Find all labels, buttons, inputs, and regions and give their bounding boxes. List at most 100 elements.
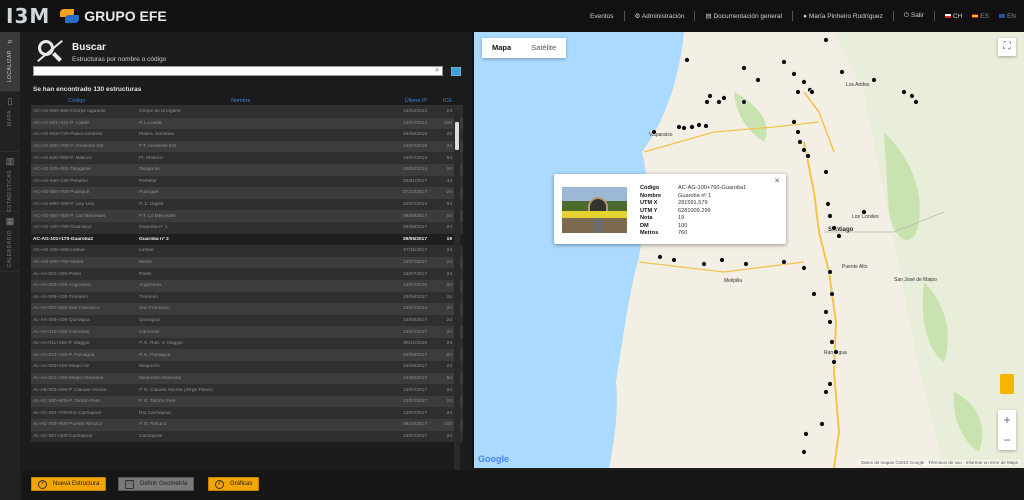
row-last-ip: 09/10/2017 bbox=[402, 422, 427, 428]
table-row[interactable]: AL-AC-000+600-P. Tambo Pelo P. E. Tambo P… bbox=[31, 395, 463, 408]
table-row[interactable]: AC-AO-000+760-Melon Melon 10/07/2017 24 bbox=[31, 256, 463, 269]
table-row[interactable]: AL-AA-001+420-Panlo Panlo 13/07/2017 24 bbox=[31, 268, 463, 280]
row-name: P.T. Amatiche Est bbox=[139, 144, 176, 150]
table-row[interactable]: AL-AC-001+700-Río Cachapoal Río Cachapoal… bbox=[31, 407, 463, 420]
column-header-last-ip[interactable]: Última IP bbox=[322, 98, 432, 104]
row-code: AL-AA-010+200-Camonas bbox=[33, 329, 90, 335]
table-row[interactable]: AC-AG-101+170-Guaroba2 Guaroba nº 2 29/05/… bbox=[31, 233, 463, 246]
structure-marker bbox=[676, 124, 682, 130]
table-row[interactable]: AL-AB-003+900-P. Claudio Vicuña P. E. Cla… bbox=[31, 384, 463, 396]
table-row[interactable]: AL-AC-005+900-Puente Rinca 2 P. E. Rinca … bbox=[31, 419, 463, 431]
table-row[interactable]: AL-AA-008+100-Quinagua Quinagua 10/08/2017… bbox=[31, 314, 463, 327]
table-row[interactable]: AC-AG-080+400-P. Las Mercedes P.T. Lo Mer… bbox=[31, 210, 463, 222]
row-name: Quinagua bbox=[139, 317, 160, 323]
table-row[interactable]: AL-AC-007+400-Cachapoal Cachapoal 13/07/20… bbox=[31, 430, 463, 443]
charts-button[interactable]: ✓ Gráficas bbox=[208, 477, 260, 491]
row-last-ip: 13/08/2017 bbox=[402, 375, 427, 381]
map-view[interactable]: Los Andes Santiago Puente Alto Melipilla… bbox=[472, 32, 1024, 468]
nav-user[interactable]: ● María Pinheiro Rodríguez bbox=[803, 13, 883, 20]
i3m-logo[interactable]: I3M bbox=[6, 4, 50, 28]
sidebar-item-mapa[interactable]: ▯ MAPA bbox=[0, 92, 20, 152]
row-code: AC-AG-020+080-P. Malloco bbox=[33, 155, 92, 161]
popup-field-key: UTM X bbox=[640, 200, 658, 206]
row-last-ip: 08/09/2017 bbox=[402, 213, 427, 219]
search-icon[interactable]: ⌕ bbox=[435, 67, 439, 75]
row-last-ip: 25/01/2017 bbox=[402, 178, 427, 184]
table-row[interactable]: AL-AA-011+200-P. Maggio P. E. Rub. V. Mag… bbox=[31, 337, 463, 350]
gear-icon: ⚙ bbox=[634, 13, 641, 20]
map-attribution[interactable]: Datos de mapas ©2019 Google · Términos d… bbox=[859, 460, 1020, 465]
lang-en[interactable]: EN bbox=[998, 13, 1016, 20]
row-ice: 24 bbox=[446, 294, 452, 300]
top-bar: I3M GRUPO EFE Eventos ⚙ Administración ▤… bbox=[0, 0, 1024, 32]
popup-field: Nombre Guaroba nº 1 bbox=[640, 193, 746, 201]
table-row[interactable]: AL-AA-004+100-Angostura Angostura 13/07/20… bbox=[31, 279, 463, 292]
structure-marker bbox=[825, 201, 831, 207]
structure-marker bbox=[901, 89, 907, 95]
sidebar-item-localizar[interactable]: ⌕ LOCALIZAR bbox=[0, 32, 20, 92]
row-code: AL-AA-013+200-P. Paniagua bbox=[33, 352, 95, 358]
lang-es[interactable]: ES bbox=[972, 13, 989, 20]
popup-field-value: 760 bbox=[678, 230, 688, 236]
scroll-thumb[interactable] bbox=[455, 122, 459, 150]
new-structure-button[interactable]: + Nueva Estructura bbox=[31, 477, 107, 491]
column-header-ice[interactable]: ICE bbox=[432, 98, 452, 104]
zoom-in-button[interactable]: + bbox=[998, 410, 1016, 430]
sidebar-item-estadisticas[interactable]: ▥ ESTADÍSTICAS bbox=[0, 152, 20, 212]
table-row[interactable]: AC-AG-100+760-Guaroba1 Guaroba nº 1 09/08/… bbox=[31, 221, 463, 234]
map-type-control: Mapa Satélite bbox=[482, 38, 567, 58]
nav-admin[interactable]: ⚙ Administración bbox=[635, 12, 685, 20]
sidebar-item-calendario[interactable]: ▦ CALENDARIO bbox=[0, 212, 20, 272]
search-input[interactable] bbox=[34, 75, 442, 83]
row-ice: 24 bbox=[446, 387, 452, 393]
map-type-map-button[interactable]: Mapa bbox=[482, 38, 521, 58]
table-row[interactable]: AC-AG-020+080-P. Malloco Pt. Malloco 15/07… bbox=[31, 152, 463, 164]
table-row[interactable]: AC-AG-060+300-P. Llay Llay P. 2. Llaylla 1… bbox=[31, 198, 463, 211]
row-last-ip: 10/08/2017 bbox=[402, 364, 427, 370]
table-row[interactable]: AC-AG-040+120-Peñaflor Peñaflor 25/01/2017… bbox=[31, 175, 463, 188]
table-row[interactable]: AC-AG-025+000-Talagante Talagante 10/02/20… bbox=[31, 163, 463, 176]
nav-logout[interactable]: ⏻ Salir bbox=[904, 12, 924, 20]
row-code: AC-AG-105+100-Lontue bbox=[33, 248, 85, 254]
search-field: ⌕ bbox=[33, 66, 443, 83]
row-name: P.T. Lo Mercedes bbox=[139, 213, 176, 219]
lang-ch[interactable]: CH bbox=[944, 13, 962, 20]
map-type-satellite-button[interactable]: Satélite bbox=[521, 38, 566, 58]
street-view-pegman-icon[interactable] bbox=[1000, 374, 1014, 394]
column-header-code[interactable]: Código bbox=[31, 98, 119, 104]
structure-marker bbox=[805, 153, 811, 159]
table-row[interactable]: AL-AA-010+200-Camonas Camonas 13/07/2017 24 bbox=[31, 326, 463, 338]
row-code: AL-AA-020+100-Maipo Hz bbox=[33, 364, 90, 370]
table-scrollbar[interactable] bbox=[454, 110, 460, 494]
structure-marker bbox=[831, 359, 837, 365]
google-logo[interactable]: Google bbox=[478, 454, 509, 464]
define-geometry-button[interactable]: ⤧ Definir Geometría bbox=[118, 477, 195, 491]
row-ice: 24 bbox=[446, 352, 452, 358]
table-row[interactable]: AL-AA-007+600-San Francisco San Francisco… bbox=[31, 303, 463, 315]
table-row[interactable]: AL-AA-013+200-P. Paniagua P. K. Paniagua 1… bbox=[31, 349, 463, 362]
table-row[interactable]: AC-AG-050+700-Puangue Puangue 07/12/2017 24 bbox=[31, 187, 463, 199]
row-last-ip: 07/12/2017 bbox=[402, 190, 427, 196]
row-ice: 24 bbox=[446, 317, 452, 323]
structure-photo bbox=[562, 187, 627, 233]
popup-field-value: 19 bbox=[678, 215, 685, 221]
zoom-out-button[interactable]: − bbox=[998, 430, 1016, 450]
close-icon[interactable]: ✕ bbox=[774, 177, 780, 185]
nav-documentation[interactable]: ▤ Documentación general bbox=[705, 12, 782, 20]
grupo-efe-logo[interactable]: GRUPO EFE bbox=[60, 7, 167, 25]
row-ice: 19 bbox=[446, 236, 452, 242]
table-row[interactable]: AC-AG-003+720-Plateo lombres Plateo, Samb… bbox=[31, 129, 463, 141]
table-row[interactable]: AC-AG-000+700-P. Amatiche Est P.T. Amatic… bbox=[31, 140, 463, 153]
table-row[interactable]: AL-AA-021+200-Maipo mbanana Maipocho mban… bbox=[31, 372, 463, 385]
fullscreen-button[interactable]: ⛶ bbox=[998, 38, 1016, 56]
table-row[interactable]: AL-AA-005+100-Tromeno Tromeno 10/08/2017 24 bbox=[31, 291, 463, 304]
table-row[interactable]: AC-AG-001+021-P. Loa08 P. L.Loa08 13/07/20… bbox=[31, 117, 463, 130]
table-row[interactable]: AC-AG-105+100-Lontue Lontue 27/11/2017 24 bbox=[31, 245, 463, 257]
column-header-name[interactable]: Nombre bbox=[119, 98, 322, 104]
search-options-button[interactable] bbox=[451, 67, 461, 76]
table-row[interactable]: AL-AA-020+100-Maipo Hz Maipocho 10/08/2017… bbox=[31, 361, 463, 373]
nav-events[interactable]: Eventos bbox=[590, 13, 614, 20]
table-row[interactable]: AC-AG-000+680-Chorpe laguante Cerpie de l… bbox=[31, 106, 463, 118]
structure-marker bbox=[827, 269, 833, 275]
row-ice: 24 bbox=[446, 410, 452, 416]
